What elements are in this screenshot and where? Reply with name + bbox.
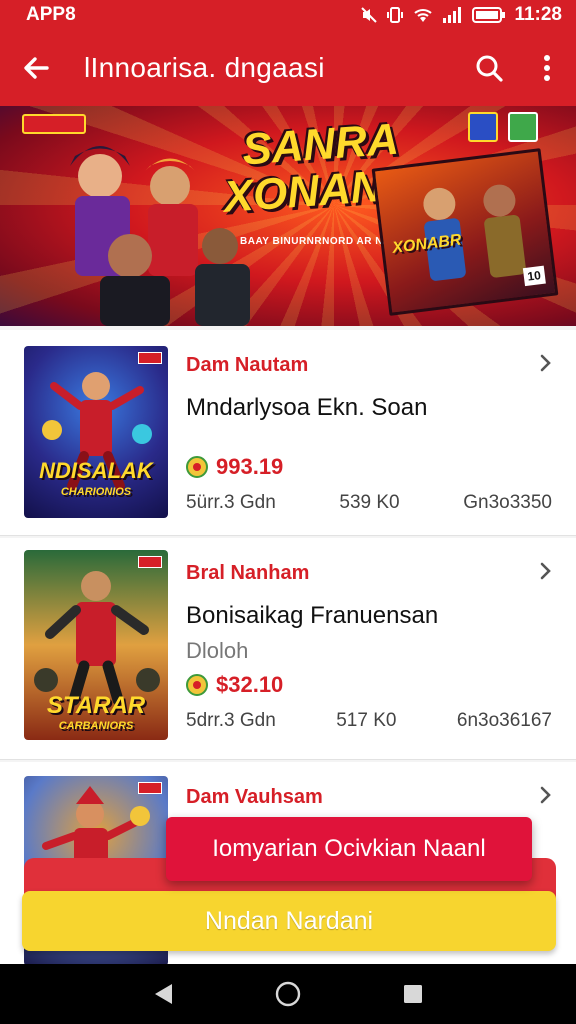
item-meta-mid: 539 K0 bbox=[339, 492, 400, 513]
promo-banner[interactable]: SANRA XONANAN BAAY BINURNRNORD AR NNARBI… bbox=[0, 106, 576, 326]
item-meta-left: 5ürr.3 Gdn bbox=[186, 492, 276, 513]
back-button[interactable] bbox=[0, 30, 72, 106]
wifi-icon bbox=[414, 9, 433, 22]
arrow-left-icon bbox=[24, 57, 49, 79]
item-meta-left: 5drr.3 Gdn bbox=[186, 710, 276, 731]
boxart-hero-art bbox=[423, 184, 526, 281]
vibrate-icon bbox=[387, 7, 404, 23]
item-tag: Bral Nanham bbox=[186, 562, 310, 584]
triangle-back-icon bbox=[154, 984, 172, 1004]
system-nav-bar bbox=[0, 964, 576, 1024]
item-price-row: $32.10 bbox=[186, 672, 283, 698]
status-app-label: APP8 bbox=[26, 4, 76, 25]
signal-icon bbox=[443, 7, 462, 23]
item-meta-right: Gn3o3350 bbox=[463, 492, 552, 513]
item-price-row: 993.19 bbox=[186, 454, 283, 480]
nav-back-button[interactable] bbox=[133, 964, 193, 1024]
item-meta-right: 6n3o36167 bbox=[456, 710, 552, 731]
list-item[interactable]: NDISALAK CHARIONIOS Dam Nautam Mndarlyso… bbox=[0, 330, 576, 536]
battery-icon bbox=[472, 7, 506, 23]
thumb-badge bbox=[138, 556, 162, 568]
item-subtitle: Dloloh bbox=[186, 638, 249, 663]
item-meta: 5ürr.3 Gdn 539 K0 Gn3o3350 bbox=[186, 492, 552, 514]
rating-badge-icon bbox=[468, 112, 498, 142]
chevron-right-icon bbox=[540, 562, 551, 580]
more-vert-icon bbox=[544, 55, 550, 81]
item-meta: 5drr.3 Gdn 517 K0 6n3o36167 bbox=[186, 710, 552, 732]
more-button[interactable] bbox=[518, 30, 576, 106]
search-button[interactable] bbox=[460, 30, 518, 106]
thumb-subtitle: CARBANIORS bbox=[58, 720, 134, 732]
item-name: Mndarlysoa Ekn. Soan bbox=[186, 394, 428, 421]
list-item[interactable]: STARAR CARBANIORS Bral Nanham Bonisaikag… bbox=[0, 538, 576, 760]
primary-cta-button[interactable]: Nndan Nardani bbox=[22, 891, 556, 951]
mute-icon bbox=[361, 7, 378, 23]
item-meta-mid: 517 K0 bbox=[336, 710, 397, 731]
circle-home-icon bbox=[275, 981, 301, 1007]
status-bar: APP8 11:28 bbox=[0, 0, 576, 30]
banner-boxart: XONABR 10 bbox=[371, 148, 559, 316]
page-title: lInnoarisa. dngaasi bbox=[84, 52, 325, 83]
square-recents-icon bbox=[404, 985, 423, 1003]
nav-recents-button[interactable] bbox=[383, 964, 443, 1024]
thumb-badge bbox=[138, 352, 162, 364]
coin-icon bbox=[186, 674, 208, 696]
coin-icon bbox=[186, 456, 208, 478]
item-thumbnail: NDISALAK CHARIONIOS bbox=[24, 346, 168, 518]
thumb-title: NDISALAK bbox=[39, 458, 153, 483]
boxart-badge: 10 bbox=[522, 265, 546, 287]
app-bar: lInnoarisa. dngaasi bbox=[0, 30, 576, 106]
item-tag: Dam Nautam bbox=[186, 354, 309, 376]
thumb-subtitle: CHARIONIOS bbox=[60, 486, 132, 498]
platform-badge-icon bbox=[508, 112, 538, 142]
chevron-right-icon bbox=[540, 354, 551, 372]
status-icons: 11:28 bbox=[360, 4, 562, 26]
thumb-title: STARAR bbox=[46, 692, 146, 719]
item-thumbnail: STARAR CARBANIORS bbox=[24, 550, 168, 740]
item-tag: Dam Vauhsam bbox=[186, 786, 323, 808]
search-icon bbox=[476, 55, 503, 82]
item-price: $32.10 bbox=[216, 672, 284, 697]
nav-home-button[interactable] bbox=[258, 964, 318, 1024]
status-time: 11:28 bbox=[514, 4, 562, 25]
floating-action-button[interactable]: Iomyarian Ocivkian Naanl bbox=[166, 817, 532, 881]
item-price: 993.19 bbox=[216, 454, 284, 479]
item-name: Bonisaikag Franuensan bbox=[186, 602, 439, 629]
thumb-badge bbox=[138, 782, 162, 794]
chevron-right-icon bbox=[540, 786, 551, 804]
